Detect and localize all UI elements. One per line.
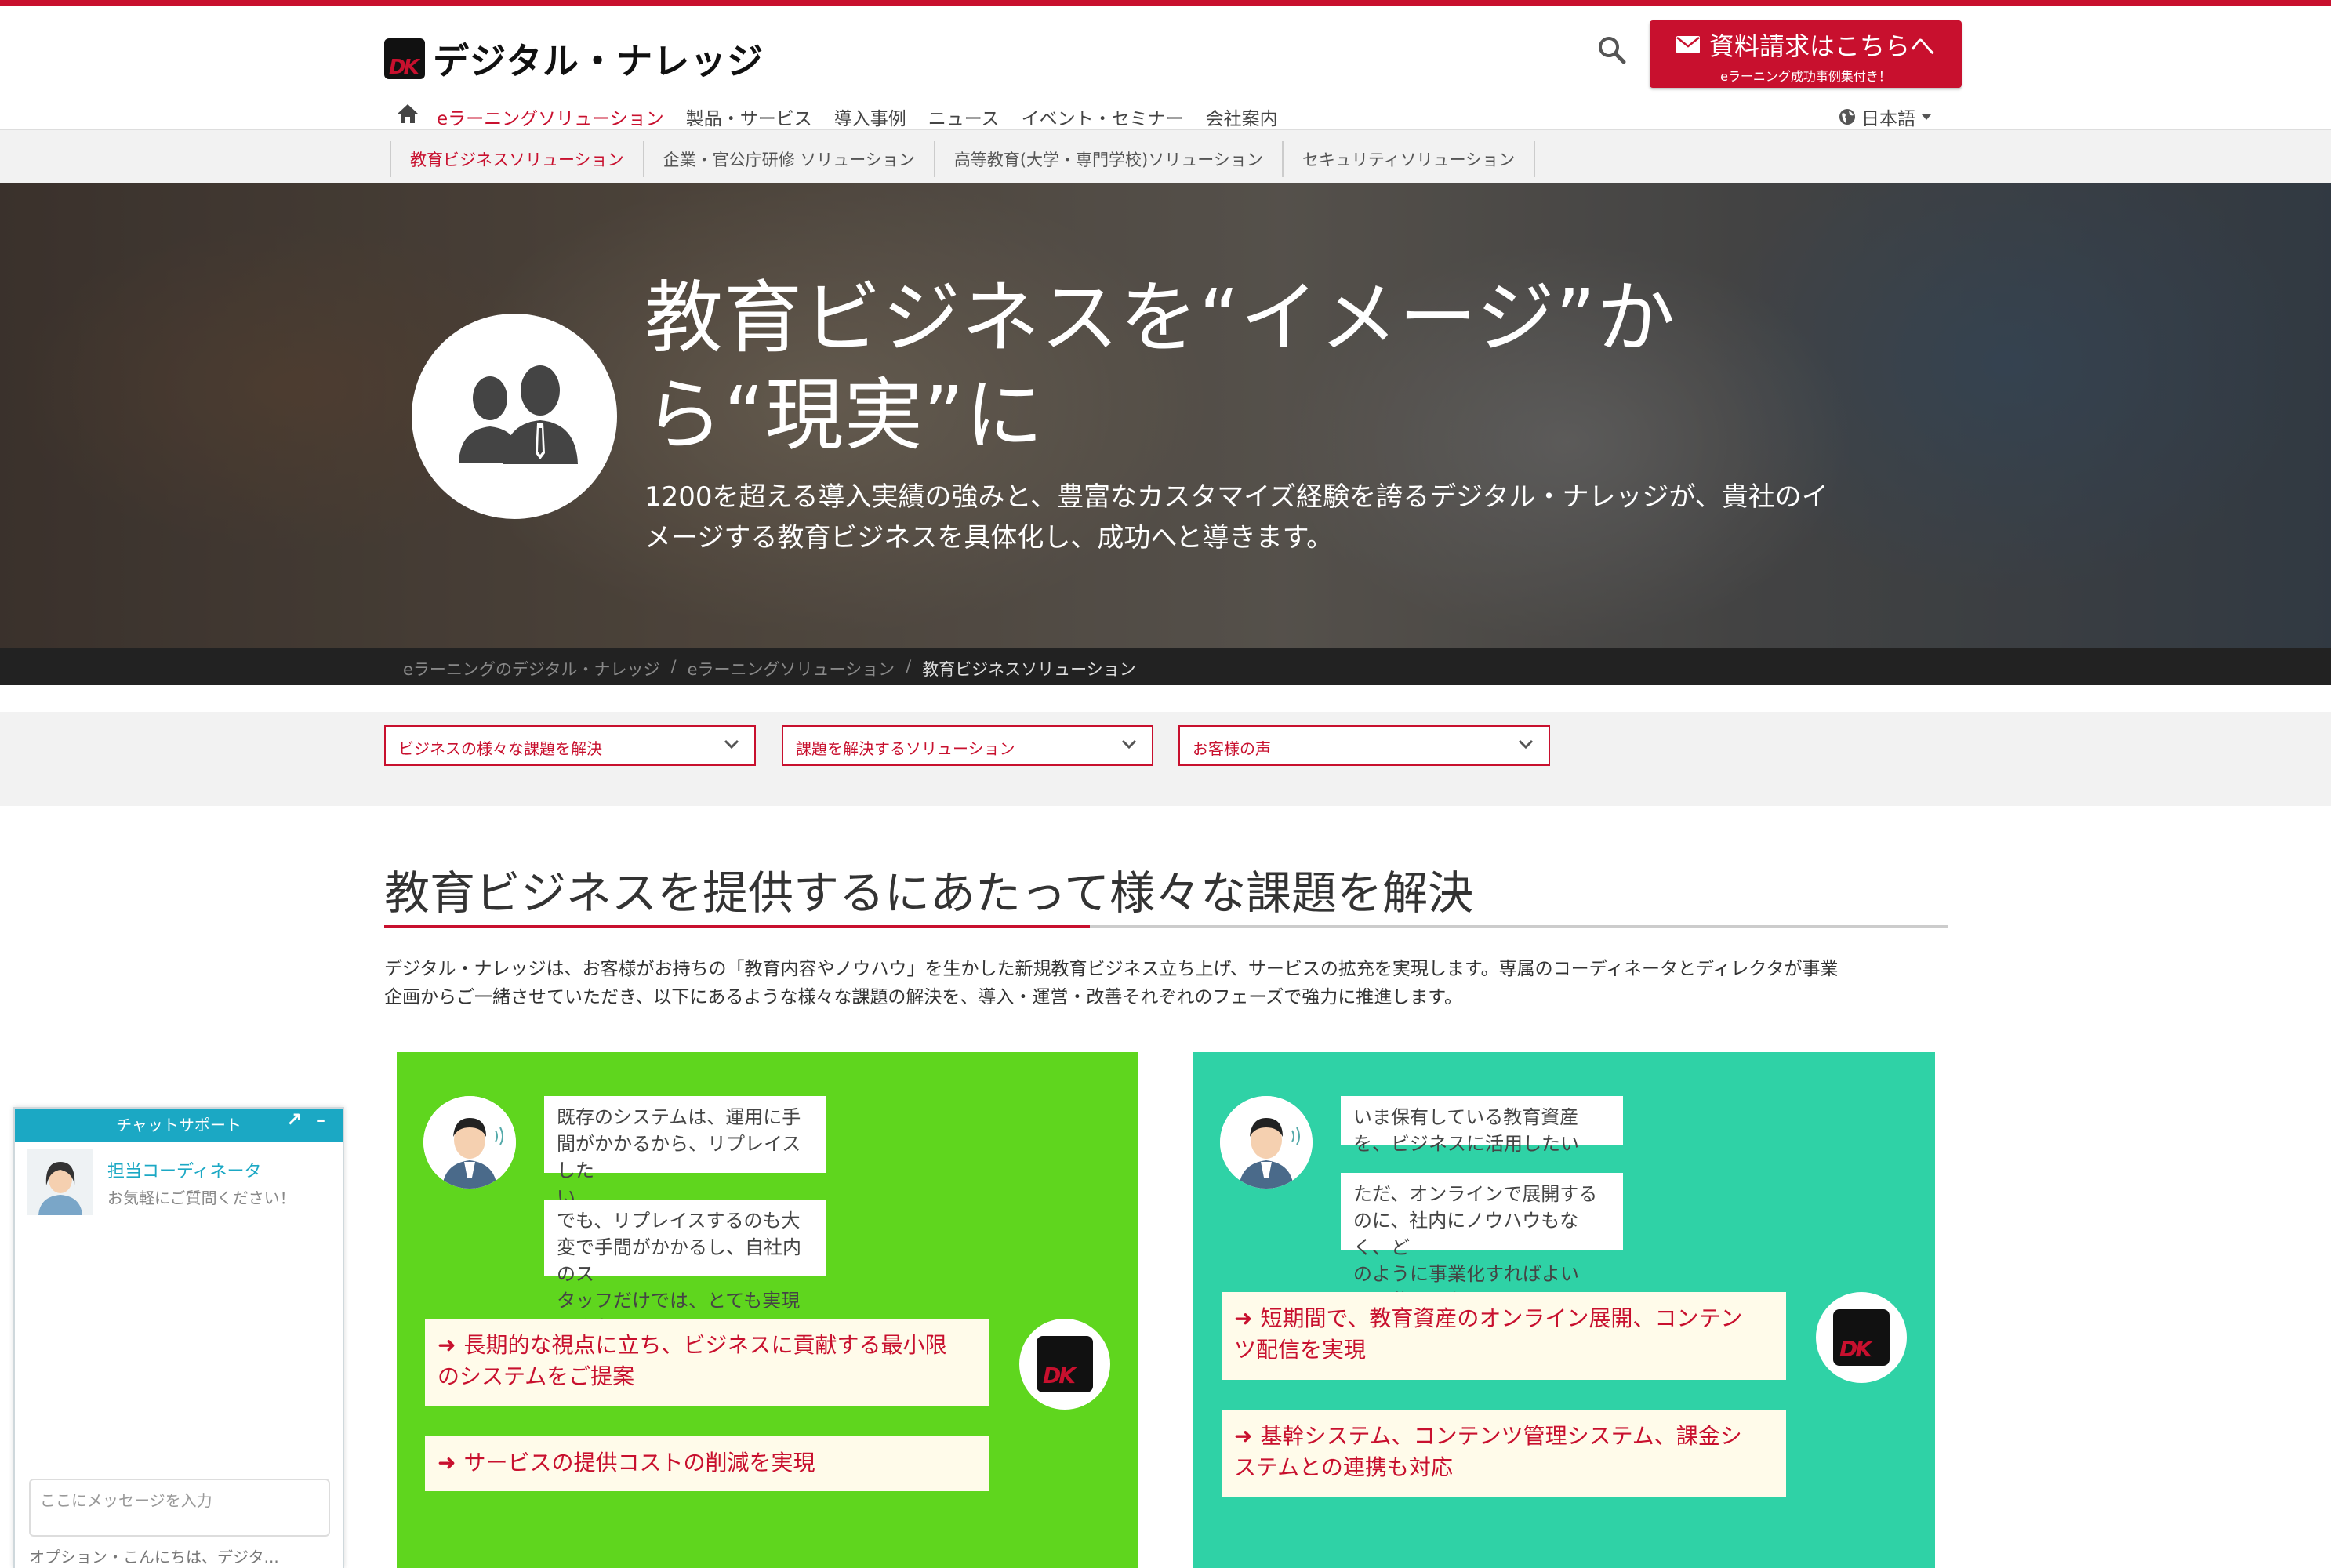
concern-bubble: でも、リプレイスするのも大変で手間がかかるし、自社内のス タッフだけでは、とても…	[544, 1200, 826, 1338]
minimize-icon[interactable]: –	[316, 1109, 325, 1131]
solution-item: ➜ 長期的な視点に立ち、ビジネスに貢献する最小限 のシステムをご提案	[425, 1319, 989, 1406]
search-icon[interactable]	[1596, 34, 1628, 66]
intro-line: 企画からご一緒させていただき、以下にあるような様々な課題の解決を、導入・運営・改…	[384, 987, 1462, 1007]
hero-description: 1200を超える導入実績の強みと、豊富なカスタマイズ経験を誇るデジタル・ナレッジ…	[644, 477, 1946, 558]
agent-name: 担当コーディネータ	[107, 1162, 262, 1181]
solution-item: ➜ 短期間で、教育資産のオンライン展開、コンテン ツ配信を実現	[1222, 1292, 1786, 1380]
nav-item-elearning-solution[interactable]: eラーニングソリューション	[437, 99, 664, 133]
breadcrumb-separator: /	[670, 657, 677, 676]
sub-nav: 教育ビジネスソリューション 企業・官公庁研修 ソリューション 高等教育(大学・専…	[0, 130, 2331, 183]
nav-item-company[interactable]: 会社案内	[1206, 99, 1278, 133]
cta-main-label: 資料請求はこちらへ	[1708, 31, 1935, 61]
language-selector[interactable]: 日本語	[1838, 103, 1937, 130]
select-solutions[interactable]: 課題を解決するソリューション	[782, 725, 1153, 766]
concern-bubble: いま保有している教育資産を、ビジネスに活用したい	[1341, 1096, 1623, 1155]
breadcrumb-current: 教育ビジネスソリューション	[922, 660, 1136, 679]
solution-line: ステムとの連携も対応	[1234, 1454, 1453, 1480]
arrow-right-icon: ➜	[438, 1332, 456, 1358]
challenge-card-replacement: 既存のシステムは、運用に手間がかかるから、リプレイスした い でも、リプレイスす…	[397, 1052, 1138, 1568]
breadcrumb-separator: /	[906, 657, 912, 676]
subnav-item-education-business[interactable]: 教育ビジネスソリューション	[390, 141, 643, 177]
expand-icon[interactable]: ↗	[286, 1109, 302, 1131]
envelope-icon	[1676, 36, 1700, 53]
main-nav: eラーニングソリューション 製品・サービス 導入事例 ニュース イベント・セミナ…	[396, 99, 1300, 133]
language-label: 日本語	[1861, 109, 1915, 129]
site-logo[interactable]: DK デジタル・ナレッジ	[384, 33, 764, 85]
bubble-line: ただ、オンラインで展開するのに、社内にノウハウもなく、ど	[1353, 1183, 1598, 1258]
chat-agent-info: 担当コーディネータ お気軽にご質問ください！	[27, 1149, 296, 1215]
chat-support-widget: チャットサポート ↗ – 担当コーディネータ お気軽にご質問ください！ ここにメ…	[13, 1107, 344, 1568]
cta-sub-label: eラーニング成功事例集付き！	[1720, 69, 1891, 84]
hero-title-line: 教育ビジネスを“イメージ”か	[644, 272, 1676, 364]
chat-message-input[interactable]: ここにメッセージを入力	[29, 1479, 330, 1537]
nav-item-products[interactable]: 製品・サービス	[686, 99, 812, 133]
solution-line: 基幹システム、コンテンツ管理システム、課金シ	[1260, 1423, 1742, 1449]
bubble-line: いま保有している教育資産を、ビジネスに活用したい	[1353, 1106, 1579, 1155]
nav-item-events[interactable]: イベント・セミナー	[1022, 99, 1184, 133]
dk-logo-icon: DK	[1019, 1319, 1110, 1410]
logo-text: デジタル・ナレッジ	[433, 40, 764, 82]
agent-avatar	[27, 1149, 93, 1215]
arrow-right-icon: ➜	[438, 1450, 456, 1475]
subnav-item-security[interactable]: セキュリティソリューション	[1281, 141, 1536, 177]
caret-down-icon	[1922, 114, 1931, 120]
breadcrumb-bar: eラーニングのデジタル・ナレッジ / eラーニングソリューション / 教育ビジネ…	[0, 648, 2331, 685]
chat-title: チャットサポート	[116, 1116, 241, 1134]
solution-line: 長期的な視点に立ち、ビジネスに貢献する最小限	[463, 1332, 947, 1358]
hero-text-line: 1200を超える導入実績の強みと、豊富なカスタマイズ経験を誇るデジタル・ナレッジ…	[644, 481, 1828, 513]
section-jump-band: ビジネスの様々な課題を解決 課題を解決するソリューション お客様の声	[0, 712, 2331, 806]
solution-line: 短期間で、教育資産のオンライン展開、コンテン	[1260, 1305, 1743, 1331]
section-title: 教育ビジネスを提供するにあたって様々な課題を解決	[384, 866, 1474, 920]
globe-icon	[1839, 109, 1855, 125]
select-value: お客様の声	[1193, 739, 1271, 758]
select-value: ビジネスの様々な課題を解決	[398, 739, 602, 758]
hero-title-line: ら“現実”に	[644, 369, 1044, 461]
agent-greeting: お気軽にご質問ください！	[107, 1189, 296, 1207]
worried-customer-icon	[423, 1096, 516, 1189]
request-materials-button[interactable]: 資料請求はこちらへ eラーニング成功事例集付き！	[1650, 20, 1962, 88]
chat-header[interactable]: チャットサポート ↗ –	[15, 1109, 343, 1142]
breadcrumb-link[interactable]: eラーニングのデジタル・ナレッジ	[403, 657, 660, 681]
hero-banner: 教育ビジネスを“イメージ”か ら“現実”に 1200を超える導入実績の強みと、豊…	[0, 183, 2331, 648]
breadcrumb: eラーニングのデジタル・ナレッジ / eラーニングソリューション / 教育ビジネ…	[403, 657, 1136, 681]
subnav-item-corporate-training[interactable]: 企業・官公庁研修 ソリューション	[642, 141, 934, 177]
section-intro: デジタル・ナレッジは、お客様がお持ちの「教育内容やノウハウ」を生かした新規教育ビ…	[384, 955, 1952, 1011]
site-header: DK デジタル・ナレッジ 資料請求はこちらへ eラーニング成功事例集付き！ eラ…	[0, 6, 2331, 133]
chevron-down-icon	[1518, 739, 1534, 750]
arrow-right-icon: ➜	[1234, 1305, 1253, 1331]
dk-logo-icon: DK	[1816, 1292, 1907, 1383]
solution-item: ➜ 基幹システム、コンテンツ管理システム、課金シ ステムとの連携も対応	[1222, 1410, 1786, 1497]
challenge-card-assets: いま保有している教育資産を、ビジネスに活用したい ただ、オンラインで展開するのに…	[1193, 1052, 1935, 1568]
breadcrumb-link[interactable]: eラーニングソリューション	[688, 657, 895, 681]
title-underline	[384, 925, 1948, 928]
solution-line: のシステムをご提案	[438, 1363, 635, 1389]
business-people-icon	[412, 314, 617, 519]
solution-line: ツ配信を実現	[1234, 1337, 1367, 1363]
chevron-down-icon	[724, 739, 739, 750]
concern-bubble: ただ、オンラインで展開するのに、社内にノウハウもなく、ど のように事業化すればよ…	[1341, 1173, 1623, 1312]
select-business-challenges[interactable]: ビジネスの様々な課題を解決	[384, 725, 756, 766]
logo-mark-icon: DK	[384, 38, 425, 79]
chat-footer-text[interactable]: オプション・こんにちは、デジタ...	[29, 1544, 279, 1567]
hero-text-line: メージする教育ビジネスを具体化し、成功へと導きます。	[644, 522, 1334, 554]
hero-title: 教育ビジネスを“イメージ”か ら“現実”に	[644, 270, 1789, 464]
arrow-right-icon: ➜	[1234, 1423, 1253, 1449]
select-value: 課題を解決するソリューション	[796, 739, 1015, 758]
solution-item: ➜ サービスの提供コストの削減を実現	[425, 1436, 989, 1491]
concern-bubble: 既存のシステムは、運用に手間がかかるから、リプレイスした い	[544, 1096, 826, 1208]
bubble-line: でも、リプレイスするのも大変で手間がかかるし、自社内のス	[557, 1210, 801, 1285]
solution-line: サービスの提供コストの削減を実現	[463, 1450, 815, 1475]
worried-customer-icon	[1220, 1096, 1313, 1189]
intro-line: デジタル・ナレッジは、お客様がお持ちの「教育内容やノウハウ」を生かした新規教育ビ…	[384, 959, 1839, 979]
bubble-line: 既存のシステムは、運用に手間がかかるから、リプレイスした	[557, 1106, 801, 1181]
select-customer-voices[interactable]: お客様の声	[1178, 725, 1550, 766]
chevron-down-icon	[1121, 739, 1137, 750]
nav-item-case-studies[interactable]: 導入事例	[834, 99, 906, 133]
home-icon[interactable]	[396, 102, 419, 125]
top-accent-bar	[0, 0, 2331, 6]
nav-item-news[interactable]: ニュース	[928, 99, 1000, 133]
subnav-item-higher-education[interactable]: 高等教育(大学・専門学校)ソリューション	[933, 141, 1282, 177]
